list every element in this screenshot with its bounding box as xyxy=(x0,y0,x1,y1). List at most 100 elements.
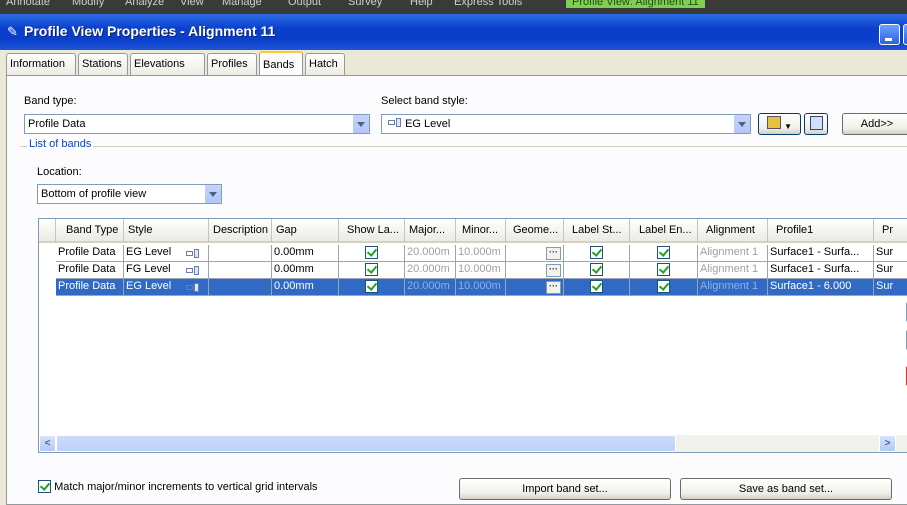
cell-show-labels[interactable] xyxy=(339,262,405,279)
checkbox[interactable] xyxy=(590,280,603,293)
cell-show-labels[interactable] xyxy=(339,245,405,262)
add-button[interactable]: Add>> xyxy=(842,113,907,135)
column-header-gap[interactable]: Gap xyxy=(272,219,339,243)
cell-profile2[interactable]: Sur xyxy=(874,262,907,279)
checkbox[interactable] xyxy=(657,246,670,259)
column-header-label-start[interactable]: Label St... xyxy=(564,219,630,243)
ribbon-tab-survey[interactable]: Survey xyxy=(348,0,382,8)
preview-style-button[interactable] xyxy=(804,113,828,135)
cell-profile2[interactable]: Sur xyxy=(874,279,907,296)
cell-band-type[interactable]: Profile Data xyxy=(56,279,124,296)
scroll-right-arrow-icon[interactable]: > xyxy=(879,435,896,452)
column-header-major[interactable]: Major... xyxy=(405,219,456,243)
import-band-set-button[interactable]: Import band set... xyxy=(459,478,671,500)
column-header-description[interactable]: Description xyxy=(209,219,272,243)
cell-alignment[interactable]: Alignment 1 xyxy=(698,262,768,279)
ribbon-tab-help[interactable]: Help xyxy=(410,0,433,8)
tab-bands[interactable]: Bands xyxy=(259,51,303,75)
cell-alignment[interactable]: Alignment 1 xyxy=(698,279,768,296)
cell-description[interactable] xyxy=(209,279,272,296)
ellipsis-button[interactable]: ··· xyxy=(546,281,561,294)
ribbon-tab-profile-view[interactable]: Profile View: Alignment 11 xyxy=(566,0,705,8)
location-select[interactable]: Bottom of profile view xyxy=(37,184,222,204)
column-header-minor[interactable]: Minor... xyxy=(456,219,506,243)
tab-information[interactable]: Information xyxy=(6,53,76,75)
band-style-icon xyxy=(186,249,200,258)
column-header-profile2[interactable]: Pr xyxy=(874,219,907,243)
cell-description[interactable] xyxy=(209,245,272,262)
checkbox[interactable] xyxy=(590,246,603,259)
column-header-label-end[interactable]: Label En... xyxy=(630,219,698,243)
cell-show-labels[interactable] xyxy=(339,279,405,296)
cell-minor[interactable]: 10.000m xyxy=(456,279,506,296)
checkbox[interactable] xyxy=(657,280,670,293)
cell-description[interactable] xyxy=(209,262,272,279)
scroll-thumb[interactable] xyxy=(56,435,676,452)
ribbon-tab-analyze[interactable]: Analyze xyxy=(125,0,164,8)
ribbon-tab-annotate[interactable]: Annotate xyxy=(6,0,50,8)
edit-style-button[interactable]: ▼ xyxy=(758,113,801,135)
cell-geometry[interactable]: ··· xyxy=(506,279,564,296)
cell-gap[interactable]: 0.00mm xyxy=(272,245,339,262)
cell-major[interactable]: 20.000m xyxy=(405,262,456,279)
band-type-select[interactable]: Profile Data xyxy=(24,114,370,134)
column-header-alignment[interactable]: Alignment xyxy=(698,219,768,243)
column-header-band-type[interactable]: Band Type xyxy=(56,219,124,243)
tab-profiles[interactable]: Profiles xyxy=(207,53,257,75)
cell-minor[interactable]: 10.000m xyxy=(456,245,506,262)
horizontal-scrollbar[interactable]: < > xyxy=(39,435,907,452)
cell-profile1[interactable]: Surface1 - Surfa... xyxy=(768,245,874,262)
cell-geometry[interactable]: ··· xyxy=(506,245,564,262)
chevron-down-icon[interactable] xyxy=(352,115,369,133)
cell-label-end[interactable] xyxy=(630,279,698,296)
chevron-down-icon[interactable] xyxy=(733,115,750,133)
ribbon-tab-express-tools[interactable]: Express Tools xyxy=(454,0,522,8)
cell-band-type[interactable]: Profile Data xyxy=(56,262,124,279)
ribbon-tab-output[interactable]: Output xyxy=(288,0,321,8)
tab-elevations[interactable]: Elevations xyxy=(130,53,205,75)
cell-alignment[interactable]: Alignment 1 xyxy=(698,245,768,262)
cell-profile2[interactable]: Sur xyxy=(874,245,907,262)
cell-profile1[interactable]: Surface1 - Surfa... xyxy=(768,262,874,279)
ribbon-tab-manage[interactable]: Manage xyxy=(222,0,262,8)
cell-minor[interactable]: 10.000m xyxy=(456,262,506,279)
minimize-button[interactable] xyxy=(879,24,900,45)
cell-label-end[interactable] xyxy=(630,262,698,279)
cell-style[interactable]: EG Level xyxy=(124,279,209,296)
cell-label-start[interactable] xyxy=(564,279,630,296)
cell-geometry[interactable]: ··· xyxy=(506,262,564,279)
cell-gap[interactable]: 0.00mm xyxy=(272,262,339,279)
cell-profile1[interactable]: Surface1 - 6.000 xyxy=(768,279,874,296)
match-increments-checkbox[interactable] xyxy=(38,480,51,493)
checkbox[interactable] xyxy=(657,263,670,276)
scroll-left-arrow-icon[interactable]: < xyxy=(39,435,56,452)
checkbox[interactable] xyxy=(365,263,378,276)
cell-style[interactable]: EG Level xyxy=(124,245,209,262)
cell-label-start[interactable] xyxy=(564,245,630,262)
ribbon-tab-modify[interactable]: Modify xyxy=(72,0,104,8)
maximize-button[interactable] xyxy=(903,24,907,45)
cell-major[interactable]: 20.000m xyxy=(405,279,456,296)
tab-stations[interactable]: Stations xyxy=(78,53,128,75)
cell-style[interactable]: FG Level xyxy=(124,262,209,279)
match-increments-option[interactable]: Match major/minor increments to vertical… xyxy=(38,480,318,493)
cell-label-end[interactable] xyxy=(630,245,698,262)
tab-hatch[interactable]: Hatch xyxy=(305,53,345,75)
ribbon-tab-view[interactable]: View xyxy=(180,0,204,8)
checkbox[interactable] xyxy=(365,280,378,293)
column-header-style[interactable]: Style xyxy=(124,219,209,243)
column-header-profile1[interactable]: Profile1 xyxy=(768,219,874,243)
ellipsis-button[interactable]: ··· xyxy=(546,264,561,277)
save-as-band-set-button[interactable]: Save as band set... xyxy=(680,478,892,500)
chevron-down-icon[interactable] xyxy=(204,185,221,203)
column-header-geometry[interactable]: Geome... xyxy=(506,219,564,243)
cell-band-type[interactable]: Profile Data xyxy=(56,245,124,262)
column-header-show-labels[interactable]: Show La... xyxy=(339,219,405,243)
checkbox[interactable] xyxy=(590,263,603,276)
ellipsis-button[interactable]: ··· xyxy=(546,247,561,260)
cell-major[interactable]: 20.000m xyxy=(405,245,456,262)
checkbox[interactable] xyxy=(365,246,378,259)
cell-label-start[interactable] xyxy=(564,262,630,279)
band-style-select[interactable]: EG Level xyxy=(381,114,751,134)
cell-gap[interactable]: 0.00mm xyxy=(272,279,339,296)
